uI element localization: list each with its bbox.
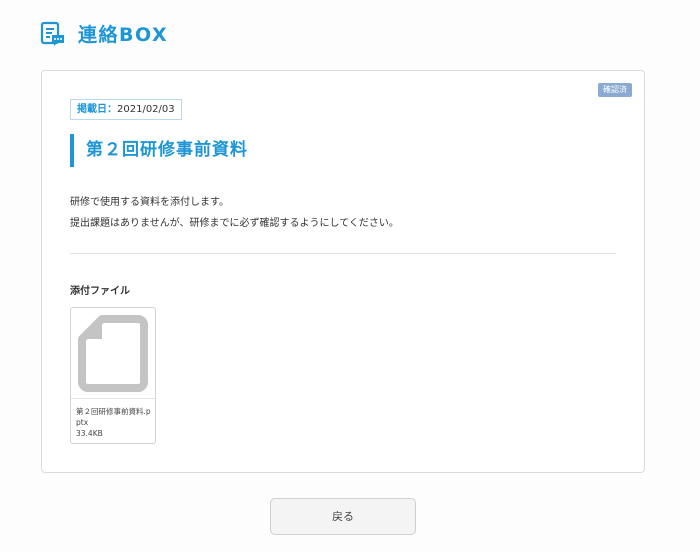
notice-body-line: 提出課題はありませんが、研修までに必ず確認するようにしてください。: [70, 218, 399, 229]
publish-date: 掲載日：2021/02/03: [70, 99, 182, 120]
attachment-file[interactable]: 第２回研修事前資料.pptx 33.4KB: [70, 307, 156, 444]
file-name[interactable]: 第２回研修事前資料.pptx: [76, 406, 152, 428]
notice-title: 第２回研修事前資料: [70, 134, 248, 167]
file-thumbnail[interactable]: [71, 308, 155, 399]
file-size: 33.4KB: [76, 429, 103, 438]
file-icon: [78, 315, 148, 392]
publish-date-value: 2021/02/03: [117, 104, 175, 115]
notice-body-line: 研修で使用する資料を添付します。: [70, 197, 229, 208]
back-button[interactable]: 戻る: [270, 498, 416, 535]
publish-date-label: 掲載日：: [77, 104, 117, 115]
page-title: 連絡BOX: [78, 24, 169, 46]
notice-body: 研修で使用する資料を添付します。 提出課題はありませんが、研修までに必ず確認する…: [70, 192, 399, 234]
memo-chat-icon: [40, 21, 64, 46]
page: 連絡BOX 確認済 掲載日：2021/02/03 第２回研修事前資料 研修で使用…: [0, 0, 700, 552]
page-header: 連絡BOX: [40, 20, 168, 47]
attachments-heading: 添付ファイル: [70, 286, 130, 297]
status-badge: 確認済: [598, 83, 632, 97]
divider: [70, 253, 616, 254]
notice-card: 確認済 掲載日：2021/02/03 第２回研修事前資料 研修で使用する資料を添…: [41, 70, 645, 473]
